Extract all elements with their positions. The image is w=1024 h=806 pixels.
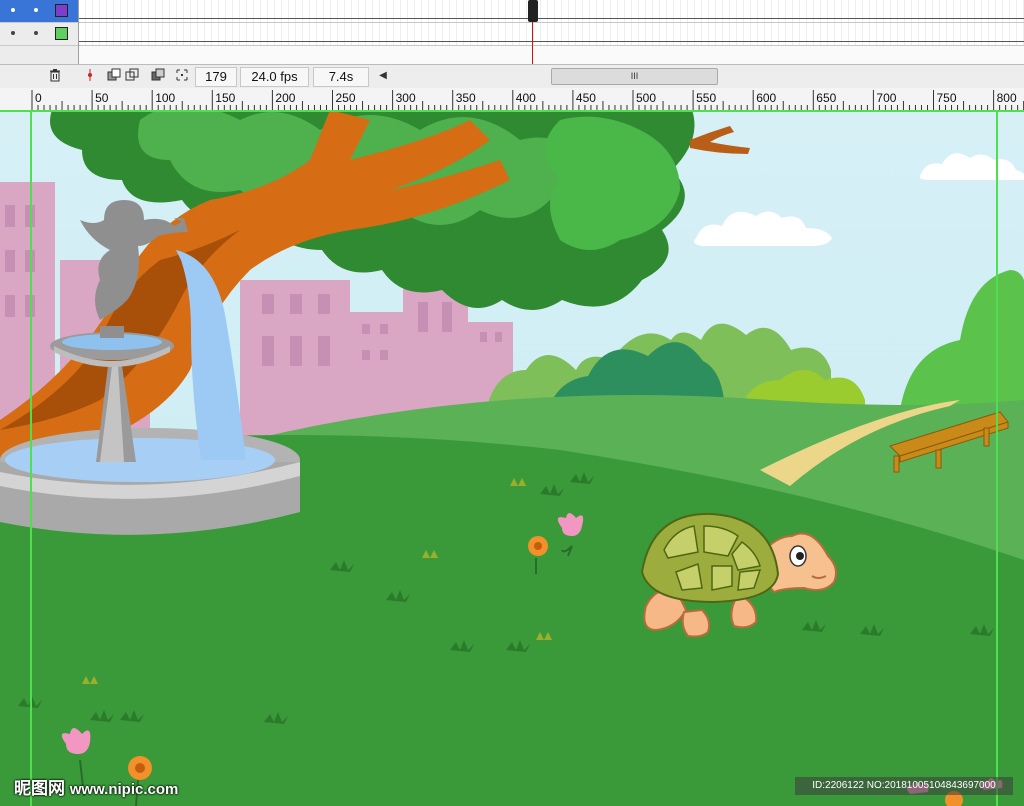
watermark-site: www.nipic.com	[69, 781, 179, 798]
timeline-status-bar: 179 24.0 fps 7.4s ◀ III	[0, 64, 1024, 89]
ruler-label: 750	[937, 91, 957, 105]
stage-top-guide	[0, 110, 1024, 112]
ruler-label: 250	[336, 91, 356, 105]
timeline-panel: 179 24.0 fps 7.4s ◀ III	[0, 0, 1024, 89]
ruler-label: 300	[396, 91, 416, 105]
elapsed-time-field: 7.4s	[313, 67, 369, 87]
lock-toggle-dot[interactable]	[34, 31, 38, 35]
frame-span-line	[79, 41, 1024, 42]
ruler-label: 400	[516, 91, 536, 105]
ruler-label: 50	[95, 91, 109, 105]
watermark-logo: 昵图网 www.nipic.com	[14, 774, 178, 799]
eye-toggle-dot[interactable]	[11, 31, 15, 35]
scroll-left-arrow-icon[interactable]: ◀	[377, 68, 389, 84]
onion-outline-icon[interactable]	[124, 68, 140, 84]
watermark-id: ID:2206122 NO:20181005104843697000	[795, 777, 1013, 795]
stage-left-guide	[30, 110, 32, 806]
stage-right-guide	[996, 110, 998, 806]
current-frame-field[interactable]: 179	[195, 67, 237, 87]
trash-icon[interactable]	[47, 68, 63, 84]
edit-multiple-frames-icon[interactable]	[150, 68, 166, 84]
stage-canvas[interactable]	[0, 110, 1024, 806]
ruler-label: 650	[816, 91, 836, 105]
watermark-logo-text: 昵图网	[14, 779, 65, 798]
ruler-label: 450	[576, 91, 596, 105]
center-frame-icon[interactable]	[82, 68, 98, 84]
layer-row-1[interactable]	[0, 0, 78, 23]
modify-markers-icon[interactable]	[174, 68, 190, 84]
ruler-label: 200	[275, 91, 295, 105]
ruler-scale: 0 50 100 150 200 250 300 350 400 450 500 550 600 650 7…	[31, 90, 1024, 110]
onion-skin-icon[interactable]	[106, 68, 122, 84]
playhead-handle[interactable]	[528, 0, 538, 22]
layer-row-2[interactable]	[0, 23, 78, 46]
ruler-label: 100	[155, 91, 175, 105]
horizontal-scroll-thumb[interactable]: III	[551, 68, 718, 85]
frame-row-1[interactable]	[79, 0, 1024, 23]
layer-row-empty	[0, 46, 78, 64]
frame-span-line	[79, 18, 1024, 19]
ruler-label: 150	[215, 91, 235, 105]
ruler-label: 550	[696, 91, 716, 105]
ruler-label: 800	[997, 91, 1017, 105]
lock-toggle-dot[interactable]	[34, 8, 38, 12]
ruler-label: 500	[636, 91, 656, 105]
ruler-label: 700	[876, 91, 896, 105]
layer-color-swatch[interactable]	[55, 4, 68, 17]
ruler-label: 600	[756, 91, 776, 105]
horizontal-ruler: 0 50 100 150 200 250 300 350 400 450 500 550 600 650 7…	[0, 88, 1024, 111]
frames-area[interactable]	[78, 0, 1024, 64]
stage-artwork	[0, 110, 1024, 806]
eye-toggle-dot[interactable]	[11, 8, 15, 12]
playhead-line	[532, 22, 533, 64]
ruler-label: 0	[35, 91, 42, 105]
ruler-label: 350	[456, 91, 476, 105]
frame-rate-field[interactable]: 24.0 fps	[240, 67, 309, 87]
frame-row-2[interactable]	[79, 23, 1024, 46]
layer-color-swatch[interactable]	[55, 27, 68, 40]
